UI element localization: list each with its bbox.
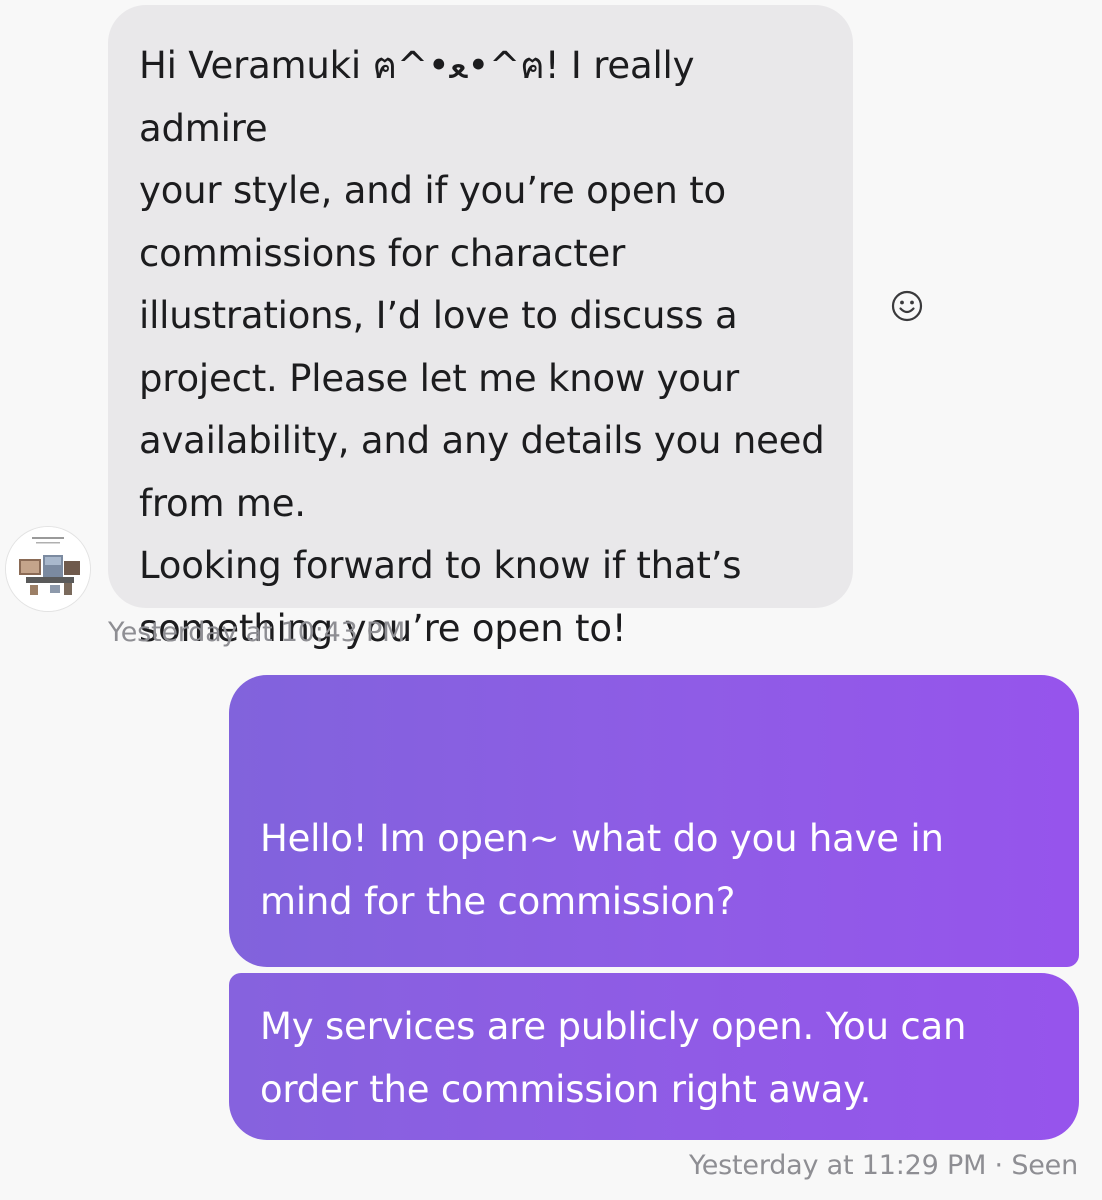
message-line: Hi Veramuki ฅ^•ﻌ•^ฅ! I really admire [139, 44, 695, 150]
outgoing-message-bubble[interactable]: My services are publicly open. You can o… [229, 973, 1079, 1140]
message-line: commissions for character [139, 231, 626, 275]
smiley-face-icon[interactable] [889, 288, 925, 324]
message-line: illustrations, I’d love to discuss a [139, 294, 738, 337]
sender-avatar[interactable] [5, 526, 91, 612]
outgoing-message-text: Hello! Im open~ what do you have in mind… [260, 808, 1049, 933]
incoming-timestamp: Yesterday at 10:43 PM [108, 617, 406, 648]
outgoing-message-text: My services are publicly open. You can o… [260, 996, 1049, 1121]
smiley-face-icon-glyph [891, 290, 923, 322]
avatar-image [6, 527, 90, 611]
incoming-message-bubble[interactable]: Hi Veramuki ฅ^•ﻌ•^ฅ! I really admire you… [108, 5, 853, 650]
message-line: order the commission right away. [260, 1067, 872, 1111]
outgoing-status-timestamp: Yesterday at 11:29 PM · Seen [689, 1150, 1078, 1181]
message-line: Hello! Im open~ what do you have in [260, 817, 944, 860]
message-line: mind for the commission? [260, 879, 736, 923]
message-line: My services are publicly open. You can [260, 1005, 967, 1048]
chat-screen: Hi Veramuki ฅ^•ﻌ•^ฅ! I really admire you… [0, 0, 1102, 1200]
message-line: from me. [139, 481, 306, 525]
message-line: project. Please let me know your [139, 356, 739, 400]
message-line: Looking forward to know if that’s [139, 544, 742, 587]
message-line: availability, and any details you need [139, 419, 825, 462]
incoming-message-text: Hi Veramuki ฅ^•ﻌ•^ฅ! I really admire you… [139, 35, 829, 660]
message-line: your style, and if you’re open to [139, 169, 726, 212]
outgoing-message-bubble[interactable]: Hello! Im open~ what do you have in mind… [229, 675, 1079, 967]
